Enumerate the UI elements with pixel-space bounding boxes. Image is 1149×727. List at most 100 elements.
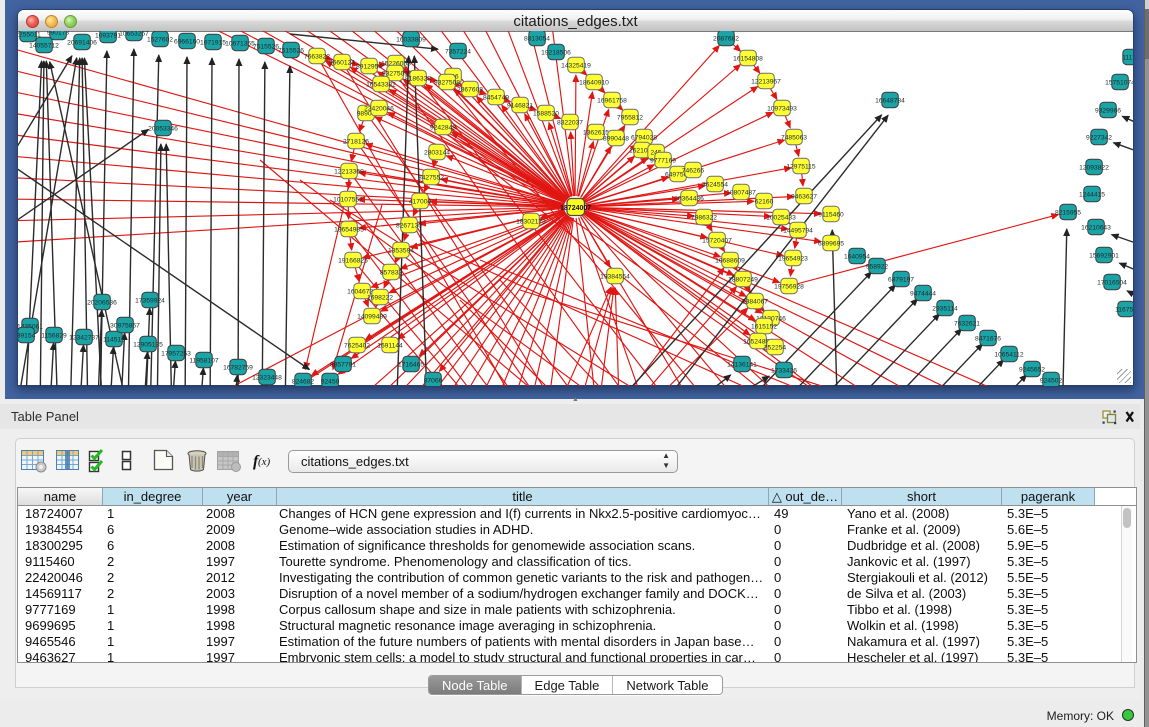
svg-text:9245652: 9245652 bbox=[1019, 366, 1045, 373]
svg-text:(x): (x) bbox=[258, 456, 271, 468]
svg-text:62160: 62160 bbox=[755, 198, 774, 205]
svg-text:7955812: 7955812 bbox=[617, 114, 643, 121]
svg-text:16961758: 16961758 bbox=[597, 97, 627, 104]
svg-text:17359924: 17359924 bbox=[135, 297, 165, 304]
svg-text:10807487: 10807487 bbox=[726, 189, 756, 196]
svg-text:2935114: 2935114 bbox=[932, 305, 958, 312]
svg-text:20206536: 20206536 bbox=[87, 299, 117, 306]
svg-text:7632621: 7632621 bbox=[954, 320, 980, 327]
svg-text:958922: 958922 bbox=[866, 263, 889, 270]
svg-text:6899695: 6899695 bbox=[818, 240, 844, 247]
svg-text:9227342: 9227342 bbox=[1086, 134, 1112, 141]
svg-text:417004: 417004 bbox=[409, 198, 432, 205]
svg-text:9329966: 9329966 bbox=[1095, 107, 1121, 114]
svg-text:7485063: 7485063 bbox=[781, 134, 807, 141]
svg-text:7357224: 7357224 bbox=[445, 48, 471, 55]
svg-text:824682: 824682 bbox=[292, 378, 315, 385]
svg-text:19756928: 19756928 bbox=[774, 283, 804, 290]
svg-text:39154: 39154 bbox=[18, 332, 36, 339]
svg-text:19654985: 19654985 bbox=[334, 226, 364, 233]
svg-text:7515526: 7515526 bbox=[253, 43, 279, 50]
svg-text:12213369: 12213369 bbox=[334, 168, 364, 175]
svg-text:15720407: 15720407 bbox=[702, 237, 732, 244]
svg-text:9857791: 9857791 bbox=[330, 361, 356, 368]
svg-text:30975867: 30975867 bbox=[110, 322, 140, 329]
svg-text:252254: 252254 bbox=[764, 344, 787, 351]
svg-text:1353594: 1353594 bbox=[388, 247, 414, 254]
svg-text:9327508: 9327508 bbox=[434, 79, 460, 86]
svg-text:6966160: 6966160 bbox=[174, 38, 200, 45]
svg-text:12213967: 12213967 bbox=[751, 78, 781, 85]
svg-text:18302173: 18302173 bbox=[516, 218, 546, 225]
svg-text:857833: 857833 bbox=[380, 269, 403, 276]
svg-text:1691144: 1691144 bbox=[377, 342, 403, 349]
svg-text:9474444: 9474444 bbox=[910, 290, 936, 297]
svg-text:1588520: 1588520 bbox=[533, 110, 559, 117]
svg-text:7986322: 7986322 bbox=[691, 214, 717, 221]
svg-text:10107552: 10107552 bbox=[333, 196, 363, 203]
svg-text:2803144: 2803144 bbox=[424, 149, 450, 156]
svg-text:2718126: 2718126 bbox=[343, 138, 369, 145]
svg-text:18640910: 18640910 bbox=[579, 79, 609, 86]
svg-text:8912954: 8912954 bbox=[356, 63, 382, 70]
svg-text:16648784: 16648784 bbox=[875, 97, 905, 104]
svg-text:14099489: 14099489 bbox=[357, 313, 387, 320]
svg-text:1527602: 1527602 bbox=[147, 36, 173, 43]
svg-text:2867608: 2867608 bbox=[457, 86, 483, 93]
svg-text:16543382: 16543382 bbox=[366, 81, 396, 88]
svg-text:9146821: 9146821 bbox=[507, 102, 533, 109]
svg-text:990173: 990173 bbox=[47, 31, 70, 36]
svg-text:9242848: 9242848 bbox=[430, 124, 456, 131]
svg-text:12323448: 12323448 bbox=[252, 374, 282, 381]
svg-text:1093791: 1093791 bbox=[95, 32, 121, 39]
svg-text:2255011: 2255011 bbox=[18, 31, 41, 38]
svg-text:14495794: 14495794 bbox=[783, 227, 813, 234]
svg-text:1698222: 1698222 bbox=[367, 294, 393, 301]
svg-text:18724007: 18724007 bbox=[560, 205, 591, 212]
svg-text:9660124: 9660124 bbox=[329, 59, 355, 66]
svg-text:19218506: 19218506 bbox=[541, 49, 571, 56]
svg-text:12905135: 12905135 bbox=[133, 341, 163, 348]
svg-text:8215955: 8215955 bbox=[1055, 209, 1081, 216]
svg-text:10973493: 10973493 bbox=[767, 105, 797, 112]
svg-text:10653267: 10653267 bbox=[119, 31, 149, 37]
svg-text:17957253: 17957253 bbox=[161, 350, 191, 357]
svg-text:18807249: 18807249 bbox=[728, 276, 758, 283]
svg-text:8454749: 8454749 bbox=[483, 94, 509, 101]
svg-text:87066: 87066 bbox=[424, 377, 443, 384]
svg-text:20691406: 20691406 bbox=[67, 39, 97, 46]
svg-text:20364436: 20364436 bbox=[674, 195, 704, 202]
svg-text:16210643: 16210643 bbox=[1081, 224, 1111, 231]
svg-text:8322037: 8322037 bbox=[557, 119, 583, 126]
svg-text:17016504: 17016504 bbox=[1097, 279, 1127, 286]
svg-text:12093822: 12093822 bbox=[1079, 164, 1109, 171]
svg-text:92450: 92450 bbox=[321, 378, 340, 385]
svg-text:12342737: 12342737 bbox=[69, 334, 99, 341]
svg-text:10688609: 10688609 bbox=[715, 257, 745, 264]
svg-text:20053346: 20053346 bbox=[148, 125, 178, 132]
svg-text:11958107: 11958107 bbox=[189, 357, 219, 364]
svg-text:14055712: 14055712 bbox=[29, 42, 59, 49]
svg-text:7625402: 7625402 bbox=[344, 342, 370, 349]
svg-text:1716465: 1716465 bbox=[398, 361, 424, 368]
svg-text:10025433: 10025433 bbox=[766, 214, 796, 221]
svg-text:11172: 11172 bbox=[1122, 54, 1133, 61]
svg-text:8990448: 8990448 bbox=[603, 135, 629, 142]
svg-text:16782759: 16782759 bbox=[223, 364, 253, 371]
svg-text:8267130: 8267130 bbox=[396, 222, 422, 229]
svg-text:114519: 114519 bbox=[103, 336, 125, 343]
svg-text:8427552: 8427552 bbox=[418, 174, 444, 181]
svg-text:10654112: 10654112 bbox=[994, 351, 1024, 358]
svg-text:14325419: 14325419 bbox=[561, 62, 591, 69]
svg-text:8471676: 8471676 bbox=[975, 335, 1001, 342]
svg-text:19384554: 19384554 bbox=[600, 273, 630, 280]
svg-text:3624554: 3624554 bbox=[702, 181, 728, 188]
svg-text:924502: 924502 bbox=[1040, 377, 1063, 384]
svg-text:1733426: 1733426 bbox=[771, 367, 797, 374]
svg-text:10671355: 10671355 bbox=[225, 40, 255, 47]
svg-text:2087682: 2087682 bbox=[713, 35, 739, 42]
svg-text:14136141: 14136141 bbox=[727, 361, 757, 368]
svg-text:7515526: 7515526 bbox=[278, 47, 304, 54]
svg-text:7663822: 7663822 bbox=[304, 53, 330, 60]
svg-text:9115460: 9115460 bbox=[818, 211, 844, 218]
